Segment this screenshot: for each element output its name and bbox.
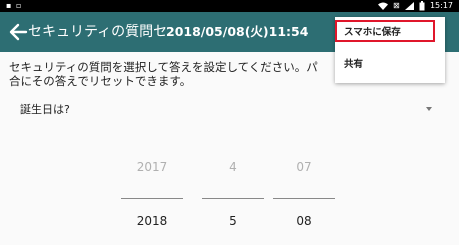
- day-previous[interactable]: 07: [273, 159, 335, 175]
- battery-icon: [419, 1, 425, 11]
- page-title: セキュリティの質問セ: [28, 24, 168, 40]
- menu-item-share[interactable]: 共有: [335, 53, 445, 77]
- signal-icon: [405, 2, 414, 10]
- wifi-icon: [378, 2, 388, 10]
- year-current[interactable]: 2018: [121, 213, 183, 229]
- notification-icon: ▪: [6, 1, 12, 10]
- day-current[interactable]: 08: [273, 213, 335, 229]
- highlight-box: [335, 20, 435, 42]
- picker-divider: [121, 198, 183, 199]
- status-bar: ▪ ▫ ⊠ 15:17: [0, 0, 459, 12]
- month-previous[interactable]: 4: [202, 159, 264, 175]
- picker-divider: [202, 198, 264, 199]
- security-question-dropdown[interactable]: 誕生日は?: [8, 99, 442, 123]
- selected-question: 誕生日は?: [20, 103, 70, 116]
- year-previous[interactable]: 2017: [121, 159, 183, 175]
- back-arrow-icon[interactable]: [6, 19, 30, 45]
- status-time: 15:17: [429, 1, 453, 10]
- menu-item-label: 共有: [344, 59, 364, 70]
- sim-icon: ⊠: [393, 1, 400, 10]
- picker-divider: [273, 198, 335, 199]
- timestamp-overlay: 2018/05/08(火)11:54: [166, 24, 309, 39]
- dropdown-caret-icon: [426, 107, 432, 111]
- screenshot-icon: ▫: [16, 1, 22, 10]
- month-current[interactable]: 5: [202, 213, 264, 229]
